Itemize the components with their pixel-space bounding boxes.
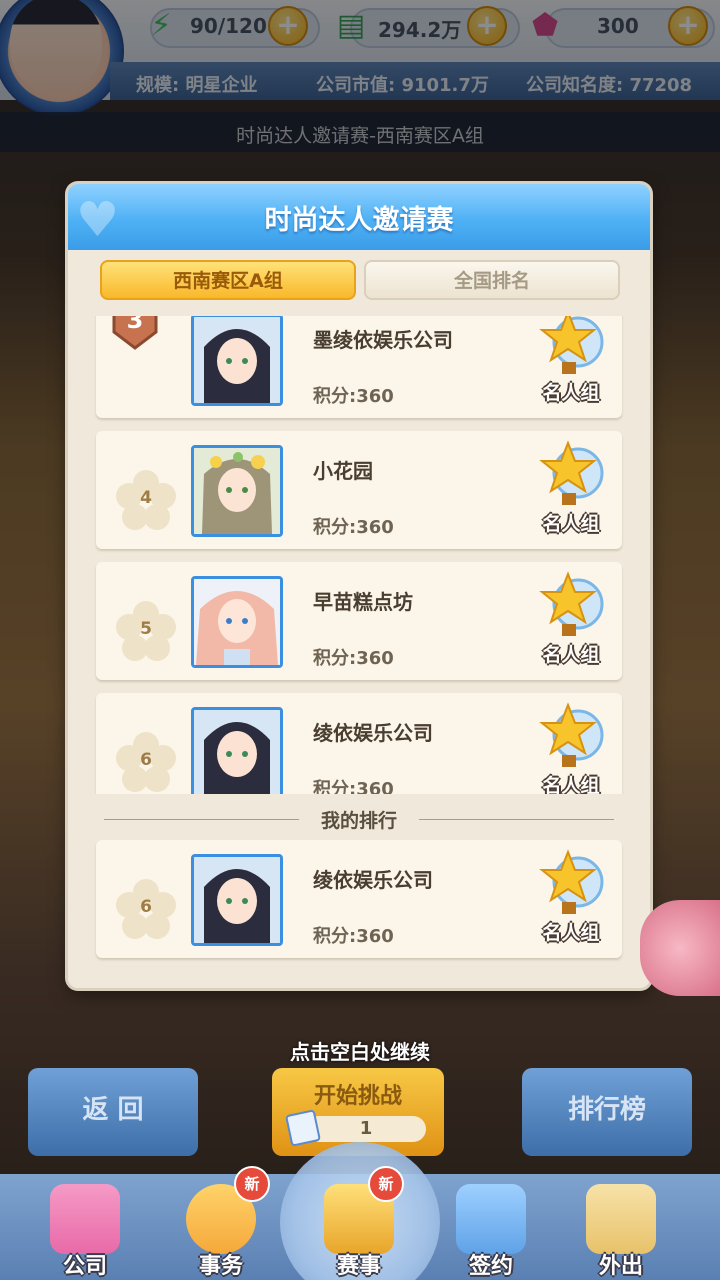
avatar-portrait xyxy=(194,710,280,794)
phone-icon[interactable] xyxy=(640,900,720,996)
nav-item-company[interactable]: 公司 xyxy=(30,1178,140,1280)
avatar-portrait xyxy=(194,317,280,403)
group-label: 名人组 xyxy=(542,922,600,944)
avatar xyxy=(191,576,283,668)
company-name: 墨绫依娱乐公司 xyxy=(313,328,453,352)
star-trophy-icon xyxy=(539,316,604,374)
ranking-modal: ♥ 时尚达人邀请赛 西南赛区A组 全国排名 3 墨绫依娱乐公司 积分:360 名… xyxy=(68,184,650,988)
company-name: 绫依娱乐公司 xyxy=(313,868,433,892)
list-item: 3 墨绫依娱乐公司 积分:360 名人组 xyxy=(96,316,622,418)
list-item: 5 早苗糕点坊 积分:360 名人组 xyxy=(96,562,622,680)
group-label: 名人组 xyxy=(542,644,600,666)
list-item: 6 绫依娱乐公司 积分:360 名人组 xyxy=(96,693,622,794)
group-label: 名人组 xyxy=(542,775,600,794)
contract-icon xyxy=(456,1184,526,1254)
group-label: 名人组 xyxy=(542,382,600,404)
nav-item-contract[interactable]: 签约 xyxy=(436,1178,546,1280)
avatar xyxy=(191,316,283,406)
avatar xyxy=(191,854,283,946)
modal-title: 时尚达人邀请赛 xyxy=(264,205,454,236)
score-text: 积分:360 xyxy=(313,926,394,947)
ranking-list[interactable]: 3 墨绫依娱乐公司 积分:360 名人组 4 小花园 积分:360 名人组 5 … xyxy=(92,316,626,794)
tap-to-continue-hint: 点击空白处继续 xyxy=(290,1040,430,1064)
nav-item-outing[interactable]: 外出 xyxy=(566,1178,676,1280)
modal-header: ♥ 时尚达人邀请赛 xyxy=(68,184,650,250)
rank-number: 3 xyxy=(127,316,144,334)
new-badge: 新 xyxy=(368,1166,404,1202)
challenge-count: 1 xyxy=(306,1116,426,1142)
star-trophy-icon xyxy=(539,440,604,505)
rank-number: 5 xyxy=(140,619,152,639)
score-text: 积分:360 xyxy=(313,386,394,407)
score-text: 积分:360 xyxy=(313,517,394,538)
star-trophy-icon xyxy=(539,702,604,767)
bronze-medal-icon: 3 xyxy=(112,316,158,350)
nav-label: 外出 xyxy=(598,1254,643,1279)
avatar xyxy=(191,445,283,537)
new-badge: 新 xyxy=(234,1166,270,1202)
nav-label: 签约 xyxy=(468,1254,513,1279)
score-text: 积分:360 xyxy=(313,779,394,794)
nav-label: 赛事 xyxy=(336,1254,381,1279)
score-text: 积分:360 xyxy=(313,648,394,669)
start-challenge-label: 开始挑战 xyxy=(313,1084,402,1109)
my-rank-label: 我的排行 xyxy=(299,806,419,833)
avatar-portrait xyxy=(194,857,280,943)
company-name: 小花园 xyxy=(313,459,373,483)
nav-label: 事务 xyxy=(198,1254,243,1279)
avatar-portrait xyxy=(194,579,280,665)
company-name: 早苗糕点坊 xyxy=(313,590,413,614)
rank-number: 6 xyxy=(140,897,152,917)
group-label: 名人组 xyxy=(542,513,600,535)
list-item: 4 小花园 积分:360 名人组 xyxy=(96,431,622,549)
ticket-icon xyxy=(285,1109,321,1147)
rank-number: 4 xyxy=(140,488,152,508)
building-icon xyxy=(50,1184,120,1254)
avatar xyxy=(191,707,283,794)
tab-region-group[interactable]: 西南赛区A组 xyxy=(100,260,356,300)
star-trophy-icon xyxy=(539,849,604,914)
star-trophy-icon xyxy=(539,571,604,636)
tab-national-ranking[interactable]: 全国排名 xyxy=(364,260,620,300)
my-rank-row: 6 绫依娱乐公司 积分:360 名人组 xyxy=(96,840,622,958)
avatar-portrait xyxy=(194,448,280,534)
leaderboard-button[interactable]: 排行榜 xyxy=(522,1068,692,1156)
rank-number: 6 xyxy=(140,750,152,770)
back-button[interactable]: 返 回 xyxy=(28,1068,198,1156)
nav-label: 公司 xyxy=(62,1254,107,1279)
door-icon xyxy=(586,1184,656,1254)
company-name: 绫依娱乐公司 xyxy=(313,721,433,745)
